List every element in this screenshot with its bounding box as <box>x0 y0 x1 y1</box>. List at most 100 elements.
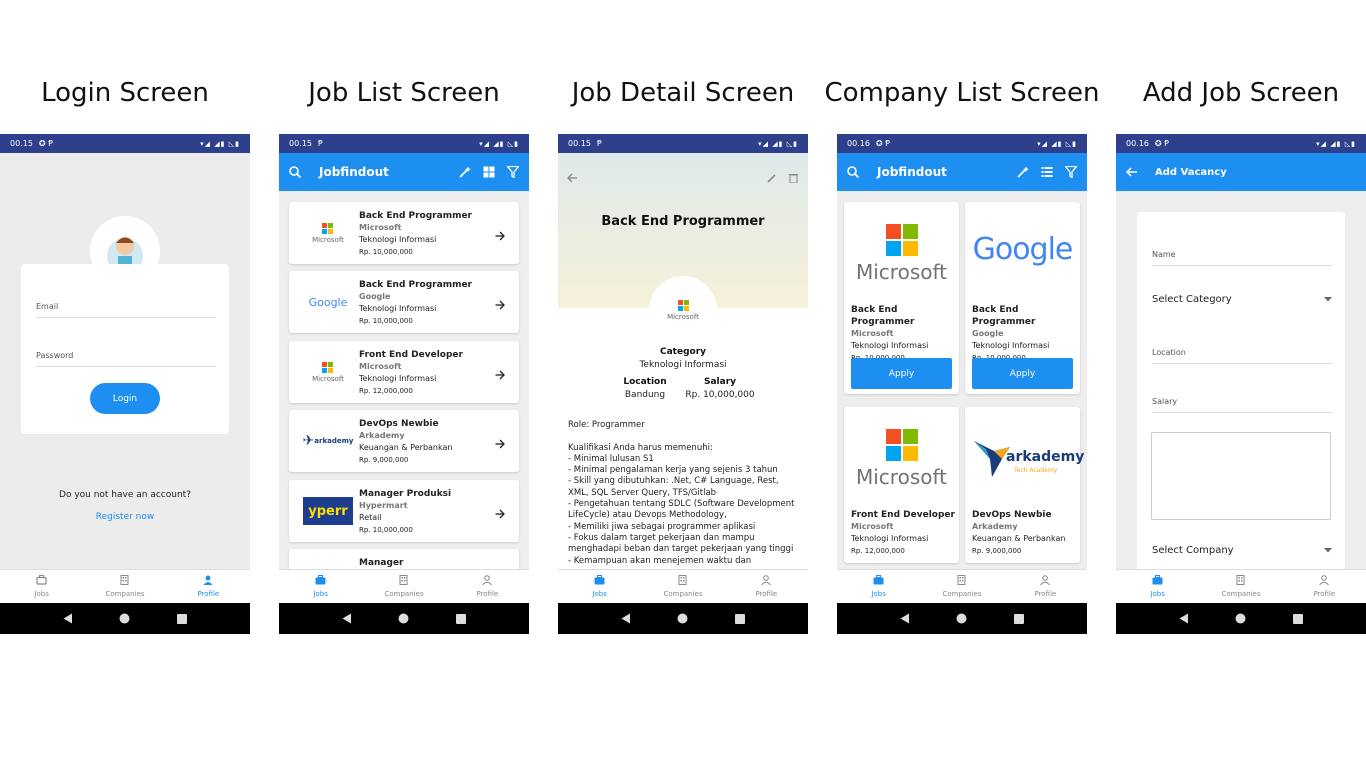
arrow-right-icon[interactable] <box>495 295 505 314</box>
back-arrow-icon[interactable] <box>567 168 577 187</box>
back-system-icon[interactable] <box>621 609 631 628</box>
description-textarea[interactable] <box>1151 432 1331 520</box>
nav-companies[interactable]: Companies <box>1199 570 1282 603</box>
home-system-icon[interactable] <box>1235 609 1246 628</box>
filter-icon[interactable] <box>507 166 519 178</box>
arrow-right-icon[interactable] <box>495 504 505 523</box>
list-item[interactable]: Microsoft Back End Programmer Microsoft Te… <box>289 202 519 264</box>
back-system-icon[interactable] <box>900 609 910 628</box>
addjob-phone: 00.16 ✪ Ᵽ ▾◢ ◢▮ ◺▮ Add Vacancy Name Selec… <box>1116 134 1366 634</box>
company-select[interactable]: Select Company <box>1152 545 1332 556</box>
add-vacancy-form: Name Select Category Location Salary Sel… <box>1137 212 1345 572</box>
back-system-icon[interactable] <box>63 609 73 628</box>
register-link[interactable]: Register now <box>0 512 250 522</box>
back-system-icon[interactable] <box>342 609 352 628</box>
nav-companies[interactable]: Companies <box>641 570 724 603</box>
name-field[interactable]: Name <box>1152 250 1332 266</box>
back-arrow-icon[interactable] <box>1126 167 1137 177</box>
status-bar: 00.16 ✪ Ᵽ ▾◢ ◢▮ ◺▮ <box>837 134 1087 153</box>
email-field[interactable]: Email <box>36 302 216 318</box>
nav-jobs[interactable]: Jobs <box>0 570 83 603</box>
home-system-icon[interactable] <box>398 609 409 628</box>
company-name: Google <box>359 292 391 301</box>
nav-profile[interactable]: Profile <box>1283 570 1366 603</box>
apply-button[interactable]: Apply <box>972 358 1073 389</box>
job-description: Role: Programmer Kualifikasi Anda harus … <box>568 420 795 566</box>
list-item[interactable]: Google Back End Programmer Google Teknolog… <box>289 271 519 333</box>
magic-wand-icon[interactable] <box>459 166 471 178</box>
microsoft-logo: Microsoft <box>303 216 353 250</box>
list-item[interactable]: Manager <box>289 549 519 569</box>
bottom-nav: Jobs Companies Profile <box>279 569 529 603</box>
edit-icon[interactable] <box>767 168 777 187</box>
magic-wand-icon[interactable] <box>1017 166 1029 178</box>
grid-card[interactable]: Google Back End Programmer Google Teknolog… <box>965 202 1080 394</box>
home-system-icon[interactable] <box>677 609 688 628</box>
recents-system-icon[interactable] <box>455 609 466 628</box>
list-item[interactable]: yperr Manager Produksi Hypermart Retail Rp.… <box>289 480 519 542</box>
recents-system-icon[interactable] <box>734 609 745 628</box>
location-placeholder: Location <box>1152 348 1186 357</box>
home-system-icon[interactable] <box>119 609 130 628</box>
recents-system-icon[interactable] <box>1292 609 1303 628</box>
recents-system-icon[interactable] <box>176 609 187 628</box>
salary-field[interactable]: Salary <box>1152 397 1332 413</box>
microsoft-logo: Microsoft <box>851 224 952 284</box>
system-nav-bar <box>1116 603 1366 634</box>
location-field[interactable]: Location <box>1152 348 1332 364</box>
nav-profile[interactable]: Profile <box>1004 570 1087 603</box>
arrow-right-icon[interactable] <box>495 226 505 245</box>
recents-system-icon[interactable] <box>1013 609 1024 628</box>
job-category: Retail <box>359 513 382 522</box>
list-item[interactable]: ✈ arkademy DevOps Newbie Arkademy Keuangan … <box>289 410 519 472</box>
job-category: Teknologi Informasi <box>359 374 437 383</box>
nav-companies[interactable]: Companies <box>920 570 1003 603</box>
screen-title-login: Login Screen <box>41 78 209 108</box>
nav-jobs[interactable]: Jobs <box>279 570 362 603</box>
nav-companies[interactable]: Companies <box>83 570 166 603</box>
category-select[interactable]: Select Category <box>1152 294 1332 305</box>
joblist-phone: 00.15 Ᵽ ▾◢ ◢▮ ◺▮ Jobfindout Microsoft Bac… <box>279 134 529 634</box>
nav-profile[interactable]: Profile <box>725 570 808 603</box>
password-field[interactable]: Password <box>36 351 216 367</box>
app-title: Jobfindout <box>877 165 947 179</box>
building-icon <box>399 575 408 587</box>
grid-card[interactable]: Microsoft Back End Programmer Microsoft Te… <box>844 202 959 394</box>
system-nav-bar <box>558 603 808 634</box>
apply-button[interactable]: Apply <box>851 358 952 389</box>
filter-icon[interactable] <box>1065 166 1077 178</box>
back-system-icon[interactable] <box>1179 609 1189 628</box>
nav-profile[interactable]: Profile <box>167 570 250 603</box>
signal-icons: ▾◢ ◢▮ ◺▮ <box>1316 139 1356 148</box>
search-icon[interactable] <box>289 166 301 178</box>
job-name: Back End Programmer <box>359 280 472 290</box>
arrow-right-icon[interactable] <box>495 434 505 453</box>
microsoft-logo: Microsoft <box>851 429 952 489</box>
login-button[interactable]: Login <box>90 383 160 414</box>
grid-card[interactable]: Microsoft Front End Developer Microsoft Te… <box>844 407 959 563</box>
person-icon <box>1040 575 1051 587</box>
nav-jobs[interactable]: Jobs <box>558 570 641 603</box>
screen-title-addjob: Add Job Screen <box>1142 78 1340 108</box>
nav-profile[interactable]: Profile <box>446 570 529 603</box>
grid-view-icon[interactable] <box>483 166 495 178</box>
building-icon <box>678 575 687 587</box>
list-item[interactable]: Microsoft Front End Developer Microsoft Te… <box>289 341 519 403</box>
app-title: Add Vacancy <box>1155 166 1227 178</box>
salary-value: Rp. 10,000,000 <box>685 390 755 400</box>
delete-icon[interactable] <box>789 168 798 187</box>
nav-jobs[interactable]: Jobs <box>837 570 920 603</box>
category-value: Teknologi Informasi <box>639 360 727 370</box>
nav-jobs[interactable]: Jobs <box>1116 570 1199 603</box>
nav-jobs-label: Jobs <box>313 590 328 598</box>
home-system-icon[interactable] <box>956 609 967 628</box>
signal-icons: ▾◢ ◢▮ ◺▮ <box>1037 139 1077 148</box>
grid-card[interactable]: arkademy Tech Academy DevOps Newbie Arkad… <box>965 407 1084 563</box>
arrow-right-icon[interactable] <box>495 365 505 384</box>
search-icon[interactable] <box>847 166 859 178</box>
person-icon <box>761 575 772 587</box>
job-category: Teknologi Informasi <box>851 534 929 543</box>
nav-companies[interactable]: Companies <box>362 570 445 603</box>
list-view-icon[interactable] <box>1041 166 1053 178</box>
company-name: Arkademy <box>972 522 1018 531</box>
